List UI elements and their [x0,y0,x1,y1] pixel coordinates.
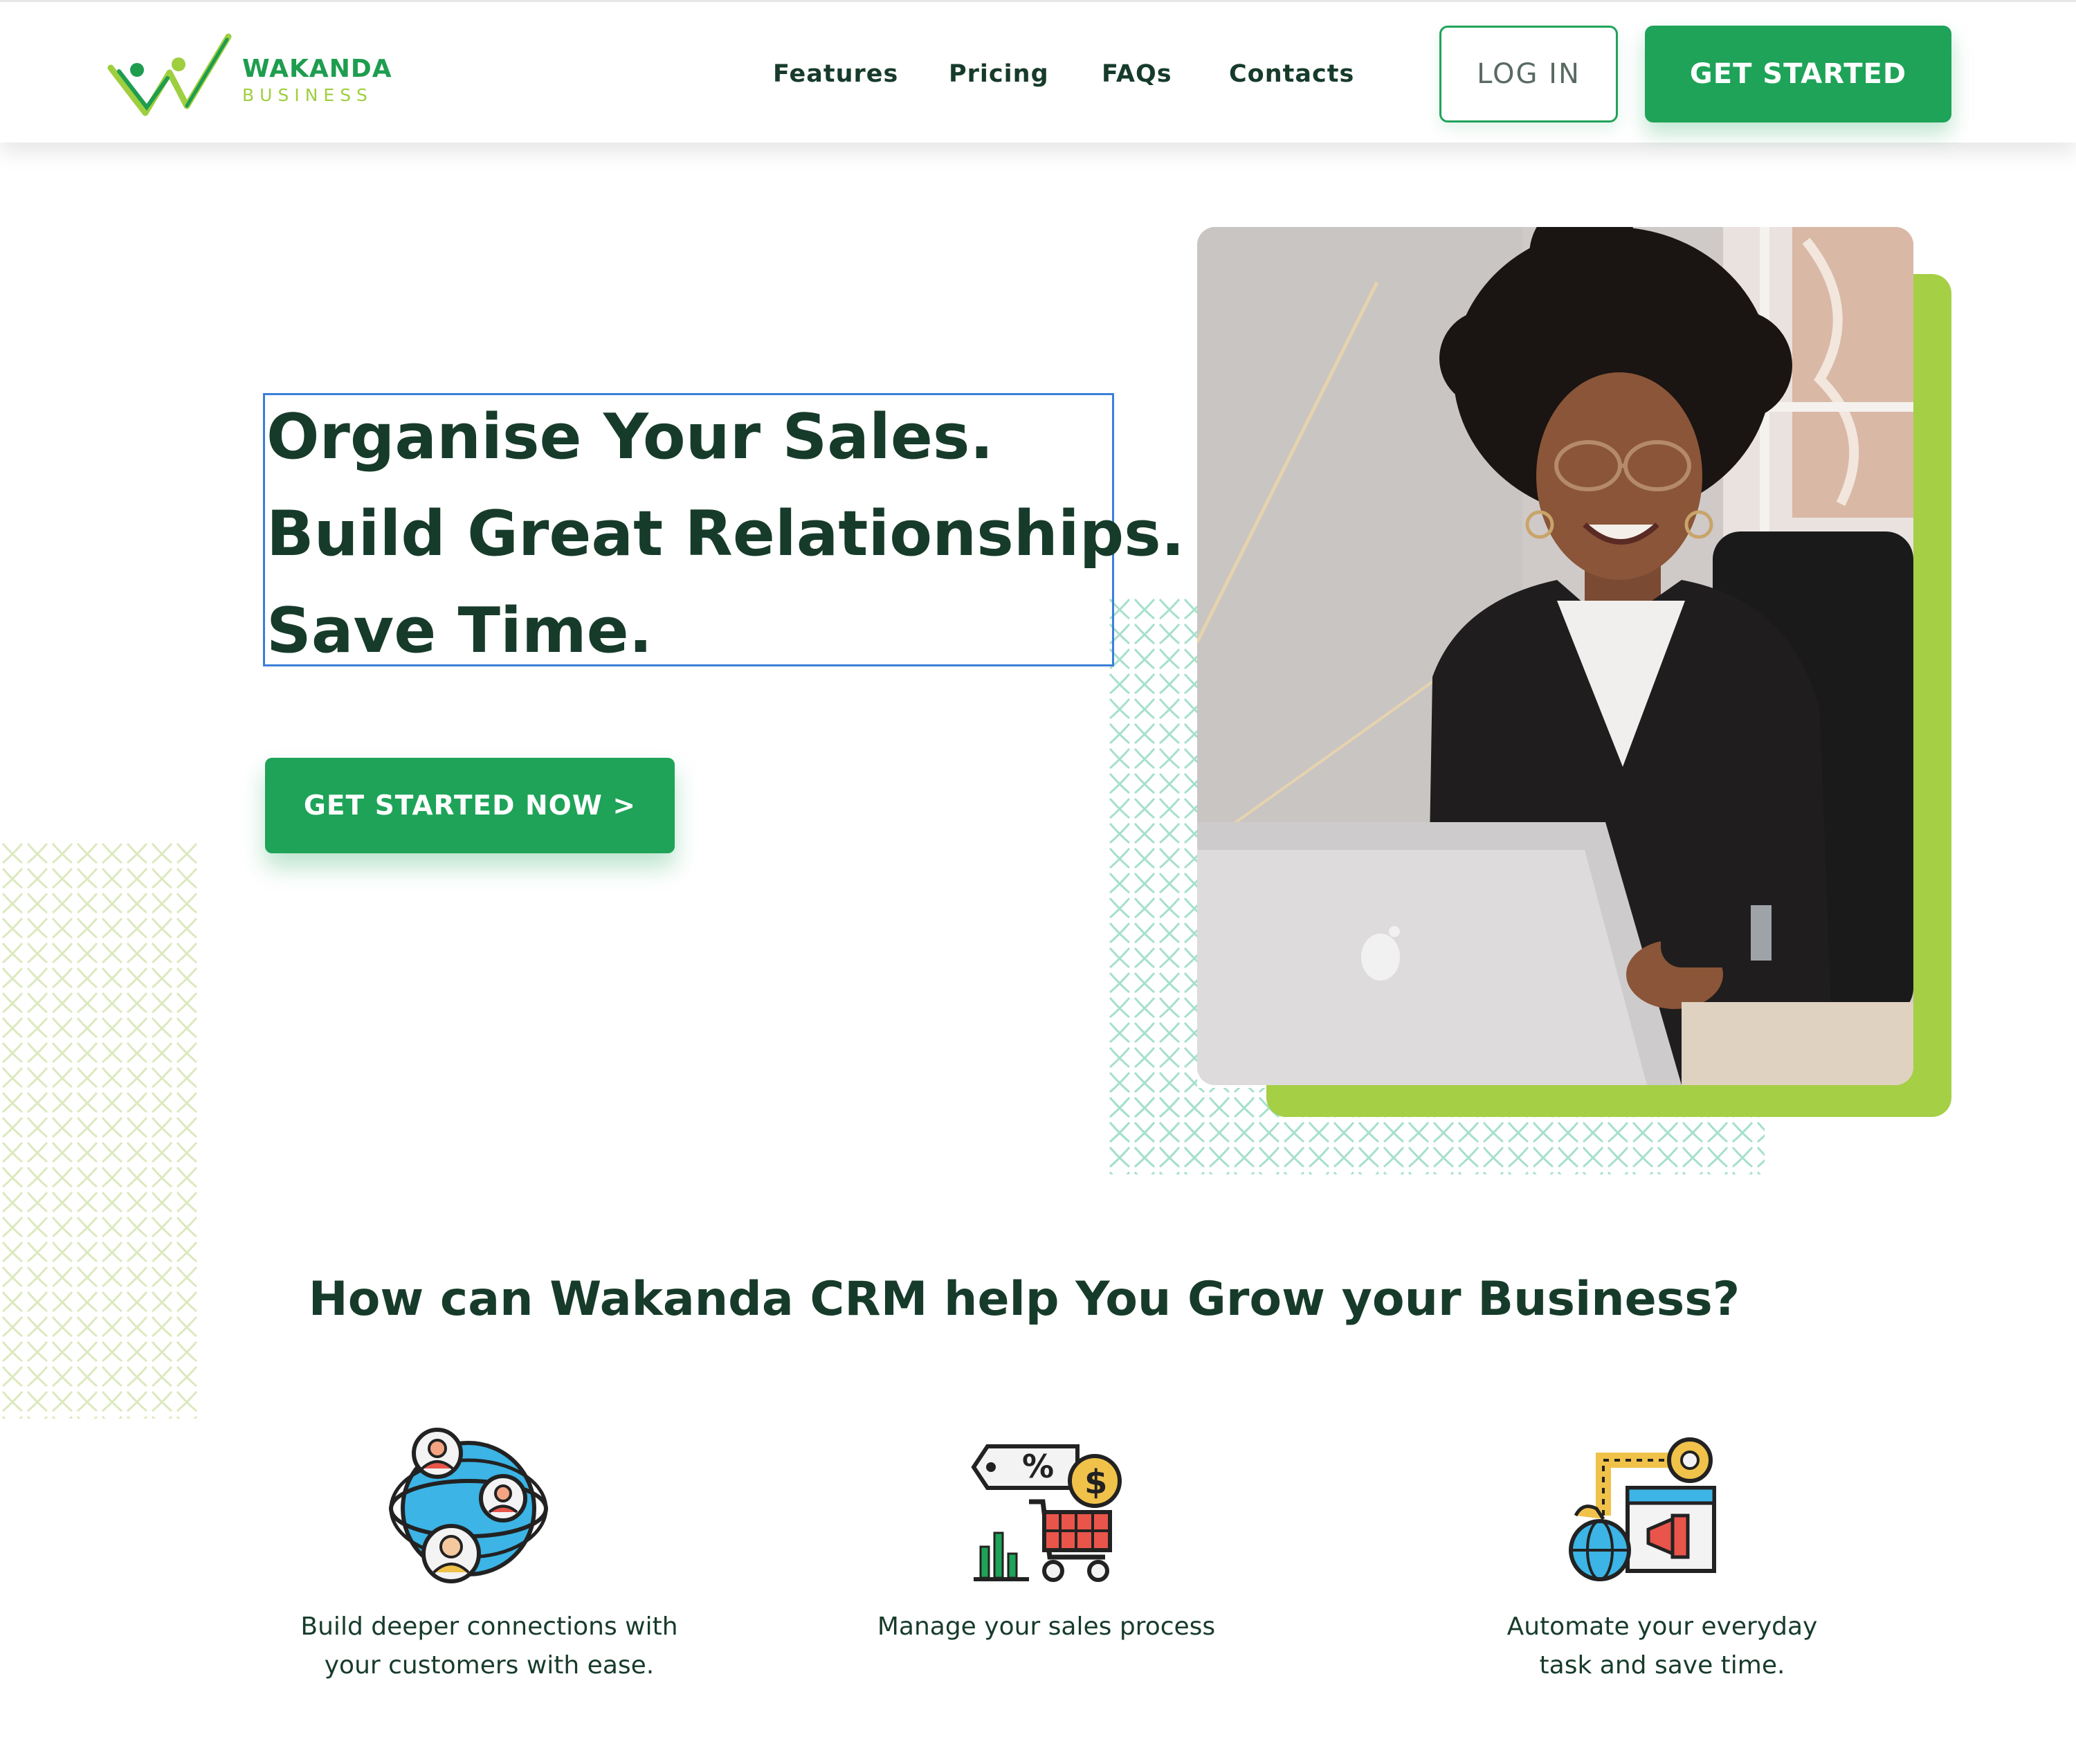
hero-line-1: Organise Your Sales. [266,401,994,473]
crosshatch-pattern-left [0,841,201,1419]
wakanda-logo-icon [107,33,232,116]
hero-line-3: Save Time. [266,594,653,667]
feature-card-automation [1399,1426,1884,1585]
feature-text-automation: Automate your everyday task and save tim… [1399,1608,1925,1685]
sales-cart-icon: % $ [971,1444,1122,1582]
automation-gear-icon [1569,1437,1716,1581]
get-started-now-button[interactable]: GET STARTED NOW > [265,758,675,853]
hero-photo [1197,227,1913,1085]
svg-text:$: $ [1084,1463,1107,1502]
svg-text:%: % [1022,1448,1054,1485]
nav-link-pricing[interactable]: Pricing [949,60,1049,88]
feature-text-connections-line2: your customers with ease. [324,1651,655,1680]
brand-logo[interactable]: WAKANDA BUSINESS [104,30,394,120]
nav-link-contacts[interactable]: Contacts [1229,60,1354,88]
feature-text-automation-line1: Automate your everyday [1506,1612,1818,1641]
hero-line-2: Build Great Relationships. [266,498,1185,570]
get-started-button[interactable]: GET STARTED [1645,26,1951,122]
top-navbar: WAKANDA BUSINESS Features Pricing FAQs C… [0,0,2076,143]
global-customers-icon [389,1428,548,1583]
feature-text-automation-line2: task and save time. [1539,1651,1785,1680]
nav-link-faqs[interactable]: FAQs [1102,60,1172,88]
nav-link-features[interactable]: Features [773,60,898,88]
brand-name-primary: WAKANDA [242,55,392,83]
brand-name-secondary: BUSINESS [242,85,373,105]
feature-card-sales: % $ [804,1426,1289,1585]
hero-headline[interactable]: Organise Your Sales. Build Great Relatio… [263,393,1185,667]
feature-text-connections-line1: Build deeper connections with [300,1612,678,1641]
woman-laptop-illustration [1197,227,1913,1085]
feature-text-connections: Build deeper connections with your custo… [226,1608,752,1685]
login-button[interactable]: LOG IN [1439,26,1618,122]
feature-text-sales: Manage your sales process [783,1608,1309,1646]
section-title: How can Wakanda CRM help You Grow your B… [308,1272,1740,1327]
feature-text-sales-line1: Manage your sales process [877,1612,1216,1641]
feature-card-connections [226,1426,711,1585]
